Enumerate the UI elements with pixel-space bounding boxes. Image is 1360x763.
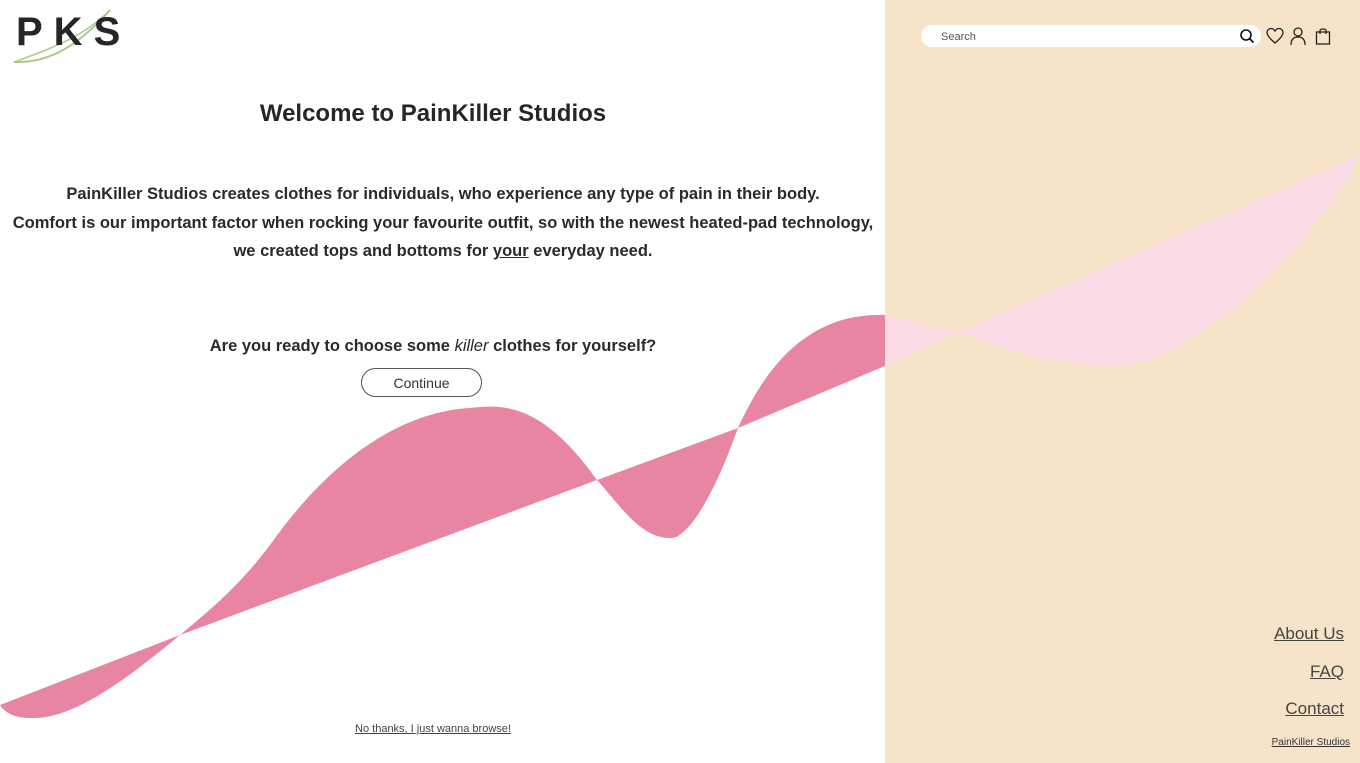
user-icon[interactable]	[1288, 26, 1308, 46]
search-bar[interactable]	[921, 25, 1261, 47]
shopping-bag-icon[interactable]	[1313, 26, 1333, 46]
intro-line-3-start: we created tops and bottoms for	[233, 242, 493, 260]
intro-paragraph: PainKiller Studios creates clothes for i…	[10, 180, 876, 266]
heart-icon[interactable]	[1265, 26, 1285, 46]
intro-line-3: we created tops and bottoms for your eve…	[10, 237, 876, 266]
search-icon[interactable]	[1239, 28, 1255, 44]
continue-button[interactable]: Continue	[361, 368, 482, 397]
search-input[interactable]	[939, 27, 1223, 47]
intro-line-3-end: everyday need.	[528, 242, 653, 260]
footer-brand-link[interactable]: PainKiller Studios	[1272, 737, 1350, 748]
intro-line-1: PainKiller Studios creates clothes for i…	[66, 185, 820, 203]
page-title: Welcome to PainKiller Studios	[259, 100, 607, 127]
nav-link-faq[interactable]: FAQ	[1310, 662, 1344, 682]
question-emphasis: killer	[454, 337, 489, 355]
intro-underlined-word: your	[492, 242, 529, 260]
nav-link-about-us[interactable]: About Us	[1274, 624, 1344, 644]
nav-link-contact[interactable]: Contact	[1285, 699, 1344, 719]
question-start: Are you ready to choose some	[209, 337, 455, 355]
logo-text: PKS	[16, 10, 132, 54]
intro-line-2: Comfort is our important factor when roc…	[12, 213, 874, 232]
wave-light-ribbon	[885, 155, 1360, 366]
call-to-action-question: Are you ready to choose some killer clot…	[0, 337, 866, 356]
browse-link[interactable]: No thanks, I just wanna browse!	[0, 723, 866, 735]
brand-logo[interactable]: PKS	[12, 8, 120, 66]
question-end: clothes for yourself?	[488, 337, 657, 355]
